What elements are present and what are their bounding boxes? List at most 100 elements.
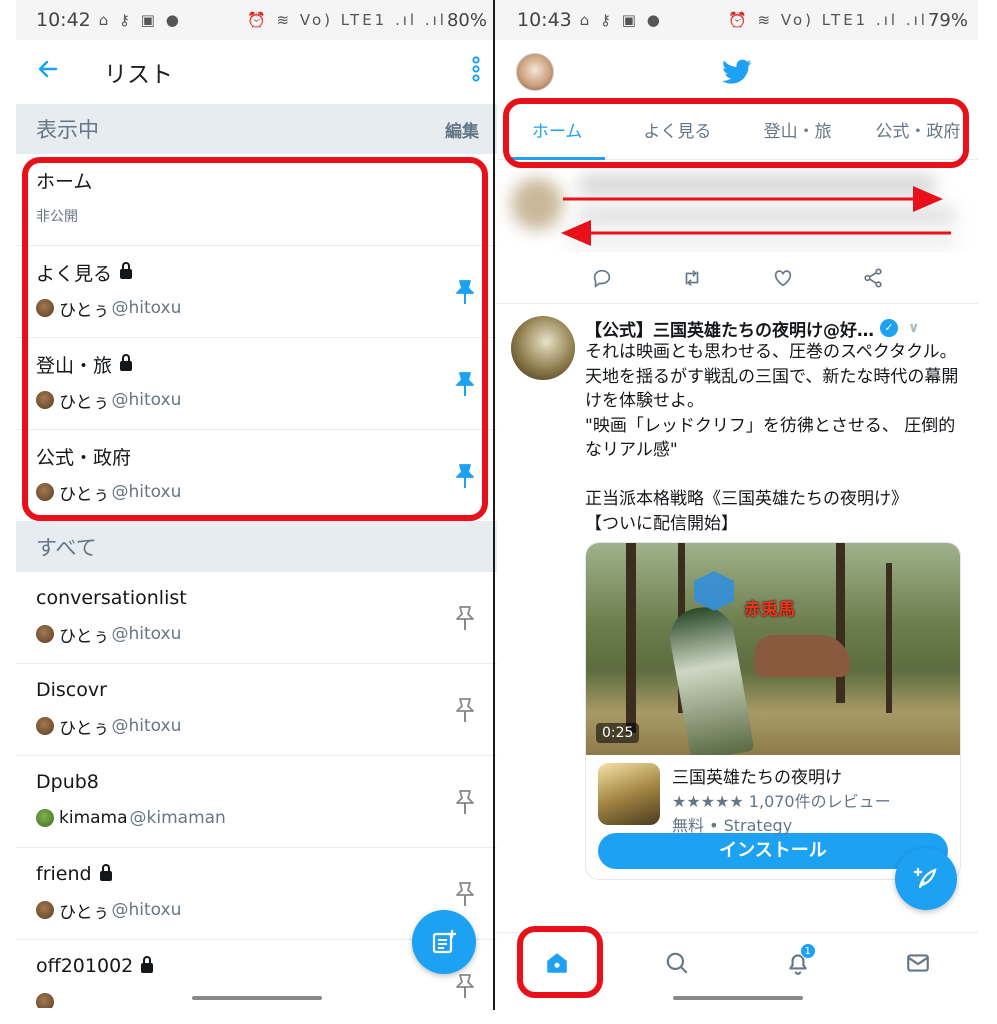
- list-item[interactable]: よく見るひとぅ @hitoxu: [16, 246, 497, 338]
- pin-filled-icon[interactable]: [453, 278, 477, 306]
- pin-outline-icon[interactable]: [453, 788, 477, 816]
- new-list-icon: [432, 930, 456, 954]
- list-item[interactable]: Dpub8 kimama @kimaman: [16, 756, 497, 848]
- owner-handle: @hitoxu: [111, 482, 182, 502]
- avatar: [36, 993, 54, 1008]
- list-item[interactable]: Discovr ひとぅ @hitoxu: [16, 664, 497, 756]
- arrow-left-icon[interactable]: [36, 57, 88, 88]
- avatar: [36, 717, 54, 735]
- status-bar: 10:42 ⌂ ⚷ ▣ ● ⏰ ≋ Vo) LTE1 .ıl .ıl 80%: [16, 0, 497, 40]
- hexagon-marker: [694, 571, 734, 611]
- nav-notifications[interactable]: 1: [778, 942, 818, 983]
- list-item[interactable]: 公式・政府ひとぅ @hitoxu: [16, 430, 497, 522]
- pin-filled-icon[interactable]: [453, 462, 477, 490]
- pin-outline-icon[interactable]: [453, 696, 477, 724]
- app-icon: [598, 763, 660, 825]
- owner-handle: @hitoxu: [111, 298, 182, 318]
- reply-icon[interactable]: [591, 267, 613, 289]
- pin-outline-icon[interactable]: [453, 880, 477, 908]
- all-section-header: すべて: [16, 522, 497, 572]
- list-owner: ひとぅ @hitoxu: [36, 480, 477, 505]
- video-duration: 0:25: [596, 723, 640, 743]
- lists-screen: 10:42 ⌂ ⚷ ▣ ● ⏰ ≋ Vo) LTE1 .ıl .ıl 80% リ…: [16, 0, 497, 1008]
- pin-outline-icon[interactable]: [453, 972, 477, 1000]
- owner-handle: @hitoxu: [111, 390, 182, 410]
- owner-handle: @kimaman: [129, 808, 226, 828]
- tab-3[interactable]: 公式・政府: [858, 104, 978, 160]
- tab-2[interactable]: 登山・旅: [738, 104, 858, 160]
- pin-filled-icon[interactable]: [453, 370, 477, 398]
- gesture-bar: [673, 996, 803, 1000]
- status-battery: 80%: [446, 9, 487, 31]
- owner-name: kimama: [59, 808, 128, 828]
- retweet-icon[interactable]: [681, 267, 703, 289]
- compose-tweet-button[interactable]: [895, 848, 957, 910]
- app-card[interactable]: 赤兎馬 0:25 三国英雄たちの夜明け ★★★★★ 1,070件のレビュー 無料…: [585, 542, 961, 880]
- owner-handle: @hitoxu: [111, 624, 182, 644]
- list-name: Dpub8: [36, 768, 477, 796]
- share-icon[interactable]: [862, 267, 884, 289]
- list-owner: ひとぅ @hitoxu: [36, 898, 477, 923]
- app-info-row: 三国英雄たちの夜明け ★★★★★ 1,070件のレビュー 無料 • Strate…: [586, 755, 960, 835]
- avatar: [36, 299, 54, 317]
- status-bar: 10:43 ⌂ ⚷ ▣ ● ⏰ ≋ Vo) LTE1 .ıl .ıl 79%: [497, 0, 978, 40]
- home-timeline-screen: 10:43 ⌂ ⚷ ▣ ● ⏰ ≋ Vo) LTE1 .ıl .ıl 79% ホ…: [497, 0, 978, 1008]
- tweet-text: それは映画とも思わせる、圧巻のスペクタクル。 天地を揺るがす戦乱の三国で、新たな…: [585, 342, 959, 534]
- list-item[interactable]: 登山・旅 ひとぅ @hitoxu: [16, 338, 497, 430]
- nav-messages[interactable]: [898, 943, 938, 983]
- owner-name: ひとぅ: [59, 902, 110, 923]
- list-item[interactable]: conversationlist ひとぅ @hitoxu: [16, 572, 497, 664]
- more-vert-icon[interactable]: [471, 56, 481, 88]
- status-time: 10:43: [517, 9, 572, 31]
- tweet-header: 【公式】三国英雄たちの夜明け@好… ✓ ∨: [585, 316, 962, 341]
- lock-icon: [120, 354, 133, 371]
- tweet-author-avatar[interactable]: [511, 316, 575, 380]
- tweet-author-name[interactable]: 【公式】三国英雄たちの夜明け@好…: [585, 316, 874, 341]
- list-name: よく見る: [36, 258, 477, 286]
- avatar: [36, 809, 54, 827]
- swipe-right-arrow: [563, 186, 943, 212]
- list-name-text: conversationlist: [36, 587, 187, 609]
- owner-handle: @hitoxu: [111, 900, 182, 920]
- install-button[interactable]: インストール: [598, 833, 948, 869]
- search-icon: [667, 952, 688, 974]
- list-name-text: Dpub8: [36, 771, 99, 793]
- list-visibility: 非公開: [36, 209, 78, 225]
- screenshot-divider: [493, 0, 495, 1010]
- tab-1[interactable]: よく見る: [617, 104, 737, 160]
- list-name: conversationlist: [36, 584, 477, 612]
- blurred-tweet: [497, 160, 978, 252]
- promoted-tweet[interactable]: 【公式】三国英雄たちの夜明け@好… ✓ ∨ それは映画とも思わせる、圧巻のスペク…: [497, 304, 978, 880]
- create-list-button[interactable]: [412, 910, 476, 974]
- list-owner: ひとぅ @hitoxu: [36, 714, 477, 739]
- page-title: リスト: [104, 62, 173, 88]
- app-rating: ★★★★★ 1,070件のレビュー: [672, 792, 891, 811]
- profile-avatar[interactable]: [516, 53, 554, 91]
- list-name-text: 公式・政府: [36, 446, 132, 469]
- swipe-left-arrow: [561, 220, 951, 246]
- pinned-section-header: 表示中 編集: [16, 104, 497, 154]
- pin-outline-icon[interactable]: [453, 604, 477, 632]
- list-name-text: off201002: [36, 955, 134, 977]
- nav-home[interactable]: [537, 943, 577, 983]
- notification-badge: 1: [799, 942, 816, 959]
- edit-button[interactable]: 編集: [445, 117, 479, 142]
- list-owner: ひとぅ @hitoxu: [36, 296, 477, 321]
- video-player[interactable]: 赤兎馬 0:25: [586, 543, 960, 755]
- list-name-text: Discovr: [36, 679, 107, 701]
- verified-icon: ✓: [880, 319, 898, 337]
- list-name-text: 登山・旅: [36, 354, 113, 377]
- lock-icon: [120, 262, 133, 279]
- avatar: [36, 391, 54, 409]
- twitter-header: [497, 40, 978, 104]
- chevron-down-icon[interactable]: ∨: [908, 320, 919, 336]
- avatar: [36, 901, 54, 919]
- list-item[interactable]: ホーム 非公開: [16, 154, 497, 246]
- tab-0[interactable]: ホーム: [497, 104, 617, 160]
- status-signal-icons: ⏰ ≋ Vo) LTE1 .ıl .ıl: [728, 11, 928, 29]
- nav-search[interactable]: [657, 943, 697, 983]
- list-name: off201002: [36, 952, 477, 980]
- like-icon[interactable]: [772, 267, 794, 289]
- status-battery: 79%: [927, 9, 968, 31]
- video-overlay-text: 赤兎馬: [744, 600, 795, 620]
